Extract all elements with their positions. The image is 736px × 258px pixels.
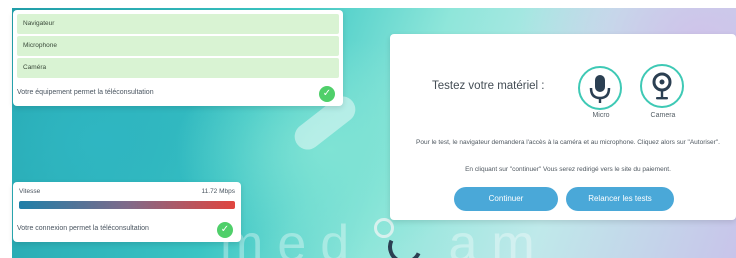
speed-bar xyxy=(19,201,235,209)
hardware-test-card: Testez votre matériel : Micro Camera Pou… xyxy=(390,34,736,220)
test-info-permission: Pour le test, le navigateur demandera l'… xyxy=(416,139,720,146)
continue-button[interactable]: Continuer xyxy=(454,187,558,211)
speed-header: Vitesse 11.72 Mbps xyxy=(19,188,235,195)
equipment-status: Votre équipement permet la téléconsultat… xyxy=(17,86,339,102)
left-border xyxy=(0,0,12,258)
background: med am Navigateur Microphone Caméra Votr… xyxy=(0,0,736,258)
retry-tests-button[interactable]: Relancer les tests xyxy=(566,187,674,211)
connection-status: Votre connexion permet la téléconsultati… xyxy=(17,222,237,238)
connection-status-text: Votre connexion permet la téléconsultati… xyxy=(17,225,149,232)
device-row-microphone: Microphone xyxy=(17,36,339,56)
microphone-icon[interactable] xyxy=(578,66,622,110)
equipment-status-text: Votre équipement permet la téléconsultat… xyxy=(17,89,154,96)
top-border xyxy=(0,0,736,8)
check-icon: ✓ xyxy=(217,222,233,238)
device-row-browser: Navigateur xyxy=(17,14,339,34)
micro-label: Micro xyxy=(592,112,610,119)
device-row-camera: Caméra xyxy=(17,58,339,78)
check-icon: ✓ xyxy=(319,86,335,102)
test-info-redirect: En cliquant sur "continuer" Vous serez r… xyxy=(465,166,671,173)
equipment-check-card: Navigateur Microphone Caméra Votre équip… xyxy=(13,10,343,106)
connection-speed-card: Vitesse 11.72 Mbps Votre connexion perme… xyxy=(13,182,241,242)
test-title: Testez votre matériel : xyxy=(432,80,545,92)
camera-icon[interactable] xyxy=(640,64,684,108)
speed-value: 11.72 Mbps xyxy=(201,188,235,195)
camera-label: Camera xyxy=(650,112,676,119)
speed-label: Vitesse xyxy=(19,188,41,195)
